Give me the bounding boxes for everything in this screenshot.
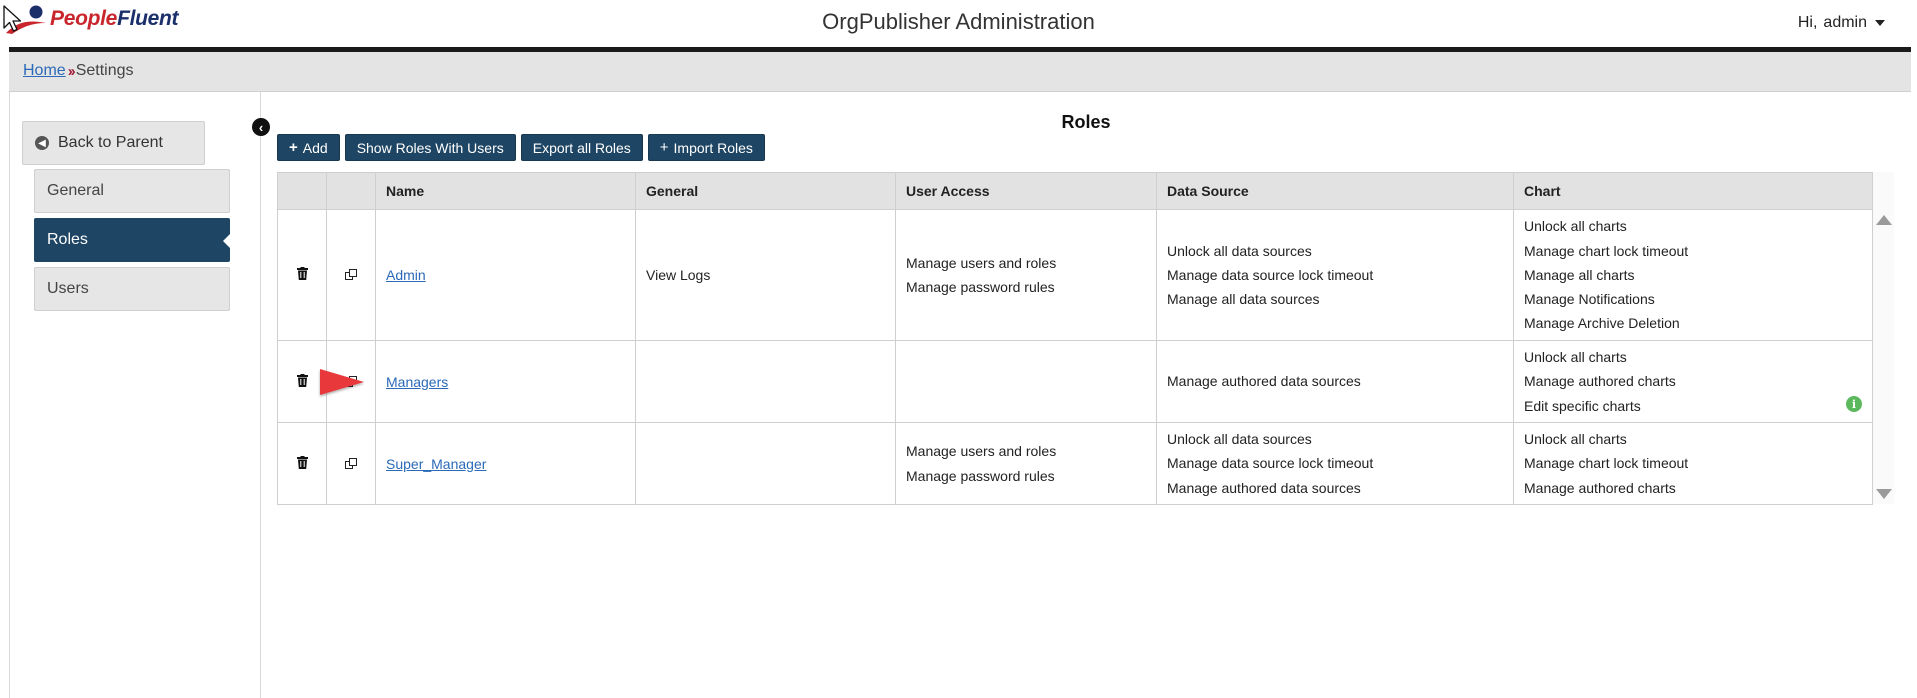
- annotation-arrow-icon: [89, 369, 364, 395]
- greeting-text: Hi,: [1797, 14, 1818, 31]
- arrow-circle-left-icon: ◀: [35, 136, 49, 150]
- table-row: Super_Manager Manage users and roles Man…: [277, 422, 1873, 505]
- delete-cell: [277, 422, 327, 505]
- column-header-chart: Chart: [1513, 172, 1873, 210]
- breadcrumb-separator-icon: ››: [67, 62, 76, 80]
- breadcrumb-home-link[interactable]: Home: [23, 62, 66, 80]
- role-name-cell: Admin: [375, 209, 636, 341]
- table-header-row: Name General User Access Data Source Cha…: [277, 172, 1873, 210]
- add-role-button[interactable]: + Add: [277, 134, 340, 161]
- info-circle-icon[interactable]: i: [1846, 396, 1862, 412]
- caret-down-icon: [1875, 20, 1885, 26]
- sidebar-item-label: Roles: [47, 231, 88, 248]
- permission-text: View Logs: [646, 266, 711, 283]
- permission-text: Manage chart lock timeout: [1524, 455, 1689, 472]
- permission-text: Manage all data sources: [1167, 291, 1320, 308]
- add-role-label: Add: [302, 139, 328, 156]
- column-header-copy: [326, 172, 376, 210]
- column-header-delete: [277, 172, 327, 210]
- trash-icon[interactable]: [296, 455, 308, 469]
- roles-table: Name General User Access Data Source Cha…: [277, 172, 1873, 505]
- table-row: Managers Manage authored data sources Un…: [277, 340, 1873, 423]
- permission-text: Manage users and roles: [906, 443, 1057, 460]
- data-source-cell: Unlock all data sources Manage data sour…: [1156, 209, 1514, 341]
- permission-text: Manage authored charts: [1524, 479, 1676, 496]
- permission-text: Manage chart lock timeout: [1524, 242, 1689, 259]
- permission-text: Manage users and roles: [906, 254, 1057, 271]
- mouse-cursor-icon: [3, 5, 22, 32]
- breadcrumb-current: Settings: [75, 62, 134, 79]
- data-source-cell: Unlock all data sources Manage data sour…: [1156, 422, 1514, 505]
- data-source-cell: Manage authored data sources: [1156, 340, 1514, 423]
- general-cell: [635, 340, 896, 423]
- app-title: OrgPublisher Administration: [822, 9, 1095, 34]
- column-header-general: General: [635, 172, 896, 210]
- page-title: Roles: [1061, 112, 1111, 132]
- chart-cell: Unlock all charts Manage chart lock time…: [1513, 209, 1873, 341]
- permission-text: Manage authored data sources: [1167, 373, 1361, 390]
- permission-text: Manage authored charts: [1524, 373, 1676, 390]
- trash-icon[interactable]: [296, 267, 308, 280]
- sidebar-item-label: General: [47, 182, 104, 199]
- sidebar-item-roles[interactable]: Roles: [34, 218, 230, 262]
- chart-cell: Unlock all charts Manage authored charts…: [1513, 340, 1873, 423]
- permission-text: Manage data source lock timeout: [1167, 455, 1374, 472]
- column-header-user-access: User Access: [895, 172, 1157, 210]
- permission-text: Unlock all charts: [1524, 431, 1627, 448]
- permission-text: Manage all charts: [1524, 266, 1635, 283]
- back-to-parent-button[interactable]: ◀ Back to Parent: [22, 121, 205, 165]
- general-cell: [635, 422, 896, 505]
- table-row: Admin View Logs Manage users and roles M…: [277, 209, 1873, 341]
- sidebar-item-label: Users: [47, 280, 89, 297]
- user-access-cell: Manage users and roles Manage password r…: [895, 422, 1157, 505]
- permission-text: Unlock all data sources: [1167, 431, 1312, 448]
- role-name-cell: Managers: [375, 340, 636, 423]
- username: admin: [1823, 14, 1867, 31]
- permission-text: Manage password rules: [906, 279, 1055, 295]
- copy-icon[interactable]: [345, 457, 357, 469]
- user-menu[interactable]: Hi, admin: [1798, 14, 1885, 32]
- permission-text: Manage password rules: [906, 467, 1055, 484]
- scroll-down-icon[interactable]: [1876, 489, 1892, 499]
- plus-icon: +: [289, 139, 298, 156]
- copy-cell: [326, 422, 376, 505]
- sidebar-item-users[interactable]: Users: [34, 267, 230, 311]
- app-header: PeopleFluent OrgPublisher Administration…: [0, 0, 1917, 48]
- column-header-name[interactable]: Name: [375, 172, 636, 210]
- role-link-super-manager[interactable]: Super_Manager: [386, 456, 486, 472]
- permission-text: Unlock all data sources: [1167, 242, 1312, 259]
- import-roles-button[interactable]: + Import Roles: [647, 134, 765, 161]
- copy-cell: [326, 209, 376, 341]
- user-access-cell: [895, 340, 1157, 423]
- delete-cell: [277, 209, 327, 341]
- permission-text: Unlock all charts: [1524, 349, 1627, 366]
- copy-icon[interactable]: [345, 269, 357, 280]
- column-header-data-source: Data Source: [1156, 172, 1514, 210]
- plus-icon: +: [659, 139, 669, 156]
- frame-border: [9, 92, 10, 698]
- permission-text: Unlock all charts: [1524, 218, 1627, 235]
- breadcrumb: Home ›› Settings: [23, 62, 134, 80]
- scroll-up-icon[interactable]: [1876, 215, 1892, 225]
- permission-text: Manage Notifications: [1524, 291, 1655, 308]
- back-to-parent-label: Back to Parent: [58, 134, 163, 151]
- permission-text: Manage Archive Deletion: [1524, 315, 1680, 332]
- permission-text: Manage data source lock timeout: [1167, 266, 1374, 283]
- chart-cell: Unlock all charts Manage chart lock time…: [1513, 422, 1873, 505]
- breadcrumb-bar: Home ›› Settings: [9, 52, 1911, 92]
- role-name-cell: Super_Manager: [375, 422, 636, 505]
- role-link-managers[interactable]: Managers: [386, 374, 448, 390]
- toolbar: + Add Show Roles With Users Export all R…: [277, 134, 765, 161]
- permission-text: Edit specific charts: [1524, 397, 1641, 414]
- general-cell: View Logs: [635, 209, 896, 341]
- import-roles-label: Import Roles: [673, 139, 753, 156]
- collapse-sidebar-icon[interactable]: ‹: [252, 118, 270, 136]
- role-link-admin[interactable]: Admin: [386, 267, 426, 283]
- sidebar-item-general[interactable]: General: [34, 169, 230, 213]
- export-all-roles-button[interactable]: Export all Roles: [520, 134, 643, 161]
- permission-text: Manage authored data sources: [1167, 479, 1361, 496]
- user-access-cell: Manage users and roles Manage password r…: [895, 209, 1157, 341]
- show-roles-with-users-button[interactable]: Show Roles With Users: [344, 134, 516, 161]
